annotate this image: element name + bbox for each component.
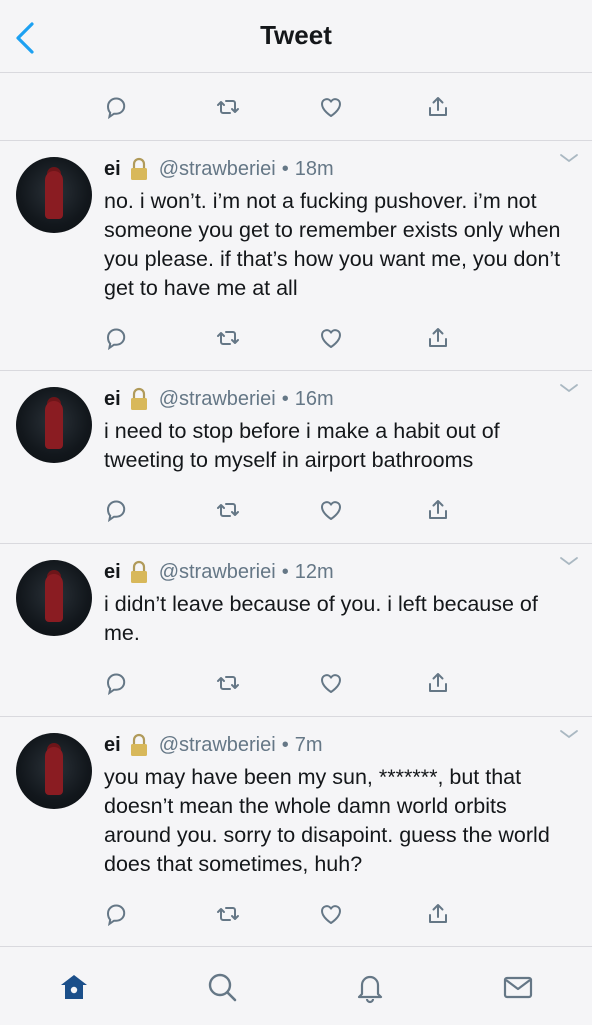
share-icon <box>429 328 447 347</box>
retweet-button[interactable] <box>208 895 248 933</box>
reply-icon <box>106 673 126 696</box>
share-button[interactable] <box>418 491 458 529</box>
lock-icon <box>130 733 147 756</box>
chevron-down-icon[interactable] <box>558 554 580 568</box>
reply-icon <box>106 328 126 351</box>
timestamp: 16m <box>294 387 334 410</box>
chevron-down-icon[interactable] <box>558 151 580 165</box>
like-button[interactable] <box>311 664 351 702</box>
tab-notifications[interactable] <box>350 967 390 1007</box>
lock-icon <box>130 387 147 410</box>
heart-icon <box>320 905 342 924</box>
timestamp: 7m <box>294 733 323 756</box>
tab-bar <box>0 946 592 1025</box>
page-title: Tweet <box>260 20 332 50</box>
reply-icon <box>106 500 126 523</box>
tweet[interactable]: ei @strawberiei • 16m i need to stop bef… <box>0 371 592 543</box>
tweet[interactable]: ei @strawberiei • 7m you may have been m… <box>0 717 592 946</box>
tweet-header: ei @strawberiei • 12m <box>104 558 334 586</box>
share-icon <box>429 904 447 923</box>
like-button[interactable] <box>311 88 351 126</box>
reply-button[interactable] <box>96 319 136 357</box>
tweet-text: i didn’t leave because of you. i left be… <box>104 592 538 645</box>
retweet-icon <box>217 676 239 690</box>
handle[interactable]: @strawberiei <box>159 734 276 757</box>
action-bar <box>0 88 592 126</box>
retweet-icon <box>217 907 239 921</box>
share-button[interactable] <box>418 895 458 933</box>
display-name[interactable]: ei <box>104 388 121 411</box>
header-bar: Tweet <box>0 0 592 73</box>
lock-icon <box>130 157 147 180</box>
avatar[interactable] <box>16 733 92 809</box>
share-button[interactable] <box>418 319 458 357</box>
retweet-button[interactable] <box>208 491 248 529</box>
reply-button[interactable] <box>96 664 136 702</box>
separator-dot: • <box>281 560 289 583</box>
action-bar <box>0 319 592 357</box>
messages-icon <box>503 976 533 999</box>
home-icon <box>61 975 87 999</box>
reply-button[interactable] <box>96 895 136 933</box>
tweet[interactable]: ei @strawberiei • 18m no. i won’t. i’m n… <box>0 141 592 371</box>
reply-button[interactable] <box>96 88 136 126</box>
share-button[interactable] <box>418 664 458 702</box>
tweet-text: no. i won’t. i’m not a fucking pushover.… <box>104 189 561 300</box>
tab-search[interactable] <box>202 967 242 1007</box>
like-button[interactable] <box>311 895 351 933</box>
display-name[interactable]: ei <box>104 158 121 181</box>
tab-home[interactable] <box>54 967 94 1007</box>
retweet-icon <box>217 100 239 114</box>
share-icon <box>429 500 447 519</box>
heart-icon <box>320 501 342 520</box>
reply-button[interactable] <box>96 491 136 529</box>
separator-dot: • <box>281 733 289 756</box>
reply-icon <box>106 97 126 120</box>
chevron-down-icon[interactable] <box>558 727 580 741</box>
display-name[interactable]: ei <box>104 561 121 584</box>
share-button[interactable] <box>418 88 458 126</box>
share-icon <box>429 97 447 116</box>
display-name[interactable]: ei <box>104 734 121 757</box>
handle[interactable]: @strawberiei <box>159 388 276 411</box>
avatar[interactable] <box>16 560 92 636</box>
timestamp: 18m <box>294 157 334 180</box>
reply-icon <box>106 904 126 927</box>
like-button[interactable] <box>311 491 351 529</box>
tweet-header: ei @strawberiei • 18m <box>104 155 334 183</box>
timestamp: 12m <box>294 560 334 583</box>
heart-icon <box>320 329 342 348</box>
action-bar <box>0 895 592 933</box>
avatar[interactable] <box>16 157 92 233</box>
heart-icon <box>320 674 342 693</box>
handle[interactable]: @strawberiei <box>159 158 276 181</box>
share-icon <box>429 673 447 692</box>
avatar[interactable] <box>16 387 92 463</box>
tweet-text: you may have been my sun, *******, but t… <box>104 765 550 876</box>
tweet[interactable]: ei @strawberiei • 12m i didn’t leave bec… <box>0 544 592 716</box>
retweet-icon <box>217 331 239 345</box>
action-bar <box>0 664 592 702</box>
separator-dot: • <box>281 387 289 410</box>
like-button[interactable] <box>311 319 351 357</box>
action-bar <box>0 491 592 529</box>
retweet-button[interactable] <box>208 88 248 126</box>
retweet-button[interactable] <box>208 664 248 702</box>
lock-icon <box>130 560 147 583</box>
tweet-text: i need to stop before i make a habit out… <box>104 419 500 472</box>
retweet-button[interactable] <box>208 319 248 357</box>
search-icon <box>208 973 237 1002</box>
tweet-header: ei @strawberiei • 7m <box>104 731 323 759</box>
notifications-icon <box>357 975 383 1004</box>
handle[interactable]: @strawberiei <box>159 561 276 584</box>
chevron-down-icon[interactable] <box>558 381 580 395</box>
separator-dot: • <box>281 157 289 180</box>
heart-icon <box>320 98 342 117</box>
retweet-icon <box>217 503 239 517</box>
tab-messages[interactable] <box>498 967 538 1007</box>
tweet-header: ei @strawberiei • 16m <box>104 385 334 413</box>
